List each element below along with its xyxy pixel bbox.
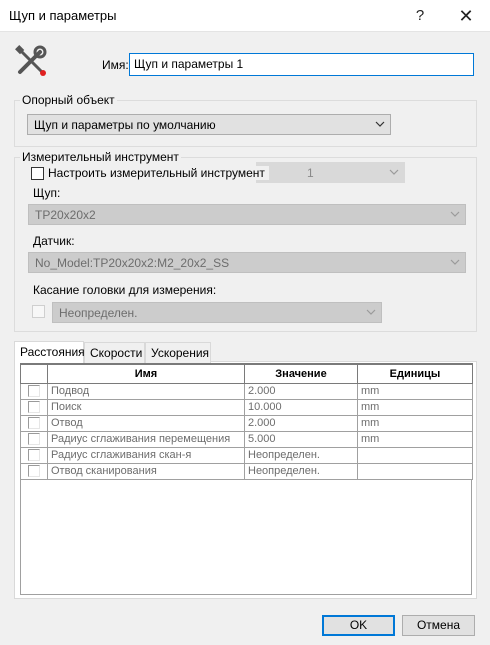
row-unit-cell[interactable]: mm	[357, 382, 473, 400]
chevron-down-icon	[389, 169, 399, 175]
row-unit-cell[interactable]: mm	[357, 398, 473, 416]
row-checkbox[interactable]	[28, 433, 40, 446]
reference-combo-value: Щуп и параметры по умолчанию	[34, 118, 216, 132]
ok-button[interactable]: OK	[322, 615, 395, 636]
touch-checkbox	[32, 305, 45, 318]
row-value-cell[interactable]: Неопределен.	[244, 446, 358, 464]
instrument-group-title: Измерительный инструмент	[20, 150, 181, 164]
column-header-units[interactable]: Единицы	[357, 363, 473, 384]
column-header-check	[20, 363, 48, 384]
title-bar: Щуп и параметры ? ✕	[0, 0, 490, 32]
row-unit-cell[interactable]: mm	[357, 414, 473, 432]
touch-combo: Неопределен.	[52, 302, 382, 323]
name-label: Имя:	[102, 58, 129, 72]
sensor-combo: No_Model:TP20x20x2:M2_20x2_SS	[28, 252, 466, 273]
row-checkbox-cell[interactable]	[20, 398, 48, 416]
chevron-down-icon	[450, 259, 460, 265]
row-checkbox[interactable]	[28, 385, 40, 398]
chevron-down-icon	[375, 121, 385, 127]
help-button[interactable]: ?	[398, 0, 442, 32]
probe-combo: TP20x20x2	[28, 204, 466, 225]
tab-accelerations[interactable]: Ускорения	[145, 342, 211, 363]
table-empty-area	[20, 479, 472, 595]
window-title: Щуп и параметры	[9, 8, 117, 23]
row-checkbox[interactable]	[28, 417, 40, 430]
tab-speeds[interactable]: Скорости	[84, 342, 145, 363]
row-value-cell[interactable]: 2.000	[244, 414, 358, 432]
row-unit-cell[interactable]	[357, 462, 473, 480]
tab-distances[interactable]: Расстояния	[14, 341, 85, 363]
reference-combo[interactable]: Щуп и параметры по умолчанию	[27, 114, 391, 135]
column-header-value[interactable]: Значение	[244, 363, 358, 384]
instrument-combo-value: 1	[307, 166, 314, 180]
row-value-cell[interactable]: Неопределен.	[244, 462, 358, 480]
row-name-cell[interactable]: Радиус сглаживания скан-я	[47, 446, 245, 464]
touch-combo-value: Неопределен.	[59, 306, 138, 320]
close-button[interactable]: ✕	[444, 0, 488, 32]
table-header-row: Имя Значение Единицы	[20, 363, 473, 384]
row-checkbox-cell[interactable]	[20, 462, 48, 480]
row-checkbox-cell[interactable]	[20, 382, 48, 400]
table-row[interactable]: Радиус сглаживания скан-я Неопределен.	[20, 446, 473, 464]
chevron-down-icon	[366, 309, 376, 315]
row-checkbox-cell[interactable]	[20, 446, 48, 464]
cancel-button[interactable]: Отмена	[402, 615, 475, 636]
row-value-cell[interactable]: 10.000	[244, 398, 358, 416]
column-header-name[interactable]: Имя	[47, 363, 245, 384]
probe-combo-value: TP20x20x2	[35, 208, 96, 222]
table-body: Подвод 2.000 mm Поиск 10.000 mm Отвод 2.000 mm Ра…	[20, 382, 473, 480]
configure-instrument-checkbox[interactable]	[31, 167, 44, 180]
reference-group-title: Опорный объект	[20, 93, 117, 107]
row-checkbox-cell[interactable]	[20, 414, 48, 432]
row-name-cell[interactable]: Радиус сглаживания перемещения	[47, 430, 245, 448]
sensor-label: Датчик:	[33, 234, 75, 248]
row-name-cell[interactable]: Отвод	[47, 414, 245, 432]
touch-label: Касание головки для измерения:	[33, 283, 217, 297]
table-row[interactable]: Поиск 10.000 mm	[20, 398, 473, 416]
row-name-cell[interactable]: Поиск	[47, 398, 245, 416]
row-name-cell[interactable]: Подвод	[47, 382, 245, 400]
table-row[interactable]: Подвод 2.000 mm	[20, 382, 473, 400]
row-value-cell[interactable]: 5.000	[244, 430, 358, 448]
parameters-table: Имя Значение Единицы Подвод 2.000 mm Поиск 1…	[20, 363, 473, 480]
name-input[interactable]: Щуп и параметры 1	[129, 53, 474, 76]
instrument-combo: 1	[256, 162, 405, 183]
row-unit-cell[interactable]: mm	[357, 430, 473, 448]
row-name-cell[interactable]: Отвод сканирования	[47, 462, 245, 480]
configure-instrument-label: Настроить измерительный инструмент	[48, 166, 269, 180]
row-value-cell[interactable]: 2.000	[244, 382, 358, 400]
table-row[interactable]: Отвод 2.000 mm	[20, 414, 473, 432]
tools-icon	[15, 45, 47, 76]
probe-label: Щуп:	[33, 186, 61, 200]
table-row[interactable]: Радиус сглаживания перемещения 5.000 mm	[20, 430, 473, 448]
table-row[interactable]: Отвод сканирования Неопределен.	[20, 462, 473, 480]
row-checkbox[interactable]	[28, 401, 40, 414]
row-checkbox[interactable]	[28, 449, 40, 462]
row-checkbox-cell[interactable]	[20, 430, 48, 448]
sensor-combo-value: No_Model:TP20x20x2:M2_20x2_SS	[35, 256, 230, 270]
row-checkbox[interactable]	[28, 465, 40, 478]
chevron-down-icon	[450, 211, 460, 217]
row-unit-cell[interactable]	[357, 446, 473, 464]
